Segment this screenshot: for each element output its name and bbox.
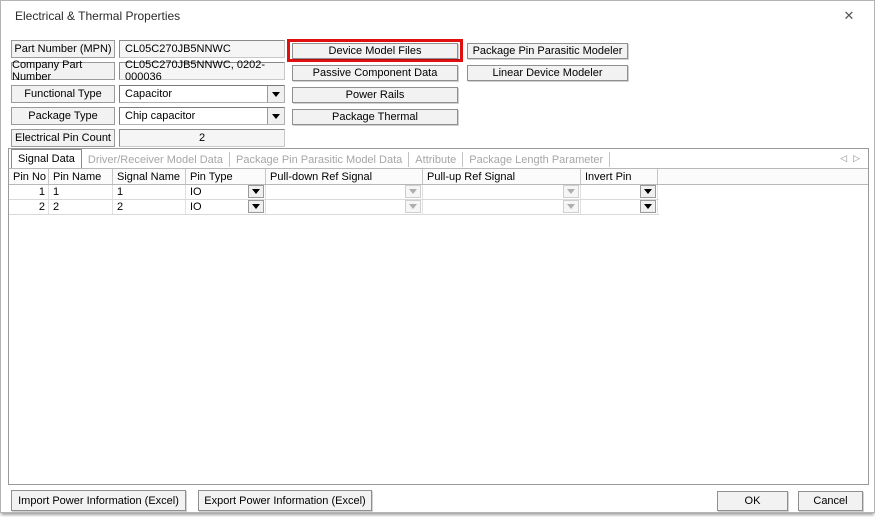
package-type-dropdown-button[interactable] bbox=[267, 108, 284, 124]
functional-type-label: Functional Type bbox=[11, 85, 115, 103]
package-type-value: Chip capacitor bbox=[120, 110, 267, 122]
column-header-pin-name: Pin Name bbox=[49, 169, 113, 184]
cell-pull-down-ref-signal bbox=[266, 185, 423, 199]
tab-strip: Signal Data Driver/Receiver Model Data P… bbox=[9, 149, 868, 168]
power-rails-button[interactable]: Power Rails bbox=[292, 87, 458, 103]
company-part-number-value: CL05C270JB5NNWC, 0202-000036 bbox=[119, 62, 285, 80]
chevron-down-icon bbox=[644, 189, 652, 194]
package-type-dropdown[interactable]: Chip capacitor bbox=[119, 107, 285, 125]
cell-pin-no[interactable]: 2 bbox=[9, 200, 49, 214]
linear-device-modeler-button[interactable]: Linear Device Modeler bbox=[467, 65, 628, 81]
column-header-filler bbox=[658, 169, 868, 184]
tab-scroll-right-icon[interactable]: ▷ bbox=[853, 152, 860, 164]
functional-type-dropdown[interactable]: Capacitor bbox=[119, 85, 285, 103]
chevron-down-icon bbox=[272, 92, 280, 97]
import-power-information-button[interactable]: Import Power Information (Excel) bbox=[11, 490, 186, 511]
ok-button[interactable]: OK bbox=[717, 491, 788, 511]
cell-pin-type[interactable]: IO bbox=[186, 200, 266, 214]
company-part-number-label: Company Part Number bbox=[11, 62, 115, 80]
tab-attribute[interactable]: Attribute bbox=[409, 152, 463, 167]
pull-up-dropdown-button bbox=[563, 185, 579, 198]
cell-pin-name[interactable]: 1 bbox=[49, 185, 113, 199]
part-number-label: Part Number (MPN) bbox=[11, 40, 115, 58]
cell-pin-no[interactable]: 1 bbox=[9, 185, 49, 199]
title-bar: Electrical & Thermal Properties ✕ bbox=[1, 1, 874, 31]
electrical-thermal-properties-dialog: Electrical & Thermal Properties ✕ Part N… bbox=[0, 0, 875, 513]
passive-component-data-button[interactable]: Passive Component Data bbox=[292, 65, 458, 81]
pin-type-dropdown-button[interactable] bbox=[248, 200, 264, 213]
functional-type-value: Capacitor bbox=[120, 88, 267, 100]
package-thermal-button[interactable]: Package Thermal bbox=[292, 109, 458, 125]
tab-driver-receiver-model-data[interactable]: Driver/Receiver Model Data bbox=[82, 152, 230, 167]
tab-scroll-arrows: ◁ ▷ bbox=[840, 152, 860, 164]
chevron-down-icon bbox=[567, 204, 575, 209]
column-header-pull-up-ref-signal: Pull-up Ref Signal bbox=[423, 169, 581, 184]
invert-pin-dropdown-button[interactable] bbox=[640, 200, 656, 213]
pull-down-dropdown-button bbox=[405, 200, 421, 213]
tab-package-length-parameter[interactable]: Package Length Parameter bbox=[463, 152, 610, 167]
cancel-button[interactable]: Cancel bbox=[798, 491, 863, 511]
pin-type-dropdown-button[interactable] bbox=[248, 185, 264, 198]
cell-pull-up-ref-signal bbox=[423, 200, 581, 214]
pin-type-value: IO bbox=[190, 186, 202, 198]
tab-control: Signal Data Driver/Receiver Model Data P… bbox=[8, 148, 869, 485]
column-header-pin-type: Pin Type bbox=[186, 169, 266, 184]
chevron-down-icon bbox=[252, 189, 260, 194]
electrical-pin-count-value: 2 bbox=[119, 129, 285, 147]
tab-package-pin-parasitic-model-data[interactable]: Package Pin Parasitic Model Data bbox=[230, 152, 409, 167]
chevron-down-icon bbox=[252, 204, 260, 209]
cell-signal-name[interactable]: 2 bbox=[113, 200, 186, 214]
cell-pin-name[interactable]: 2 bbox=[49, 200, 113, 214]
package-pin-parasitic-modeler-button[interactable]: Package Pin Parasitic Modeler bbox=[467, 43, 628, 59]
table-row[interactable]: 1 1 1 IO bbox=[9, 185, 659, 200]
dialog-title: Electrical & Thermal Properties bbox=[15, 9, 180, 23]
electrical-pin-count-label: Electrical Pin Count bbox=[11, 129, 115, 147]
chevron-down-icon bbox=[644, 204, 652, 209]
column-header-signal-name: Signal Name bbox=[113, 169, 186, 184]
tab-signal-data[interactable]: Signal Data bbox=[11, 149, 82, 168]
chevron-down-icon bbox=[409, 204, 417, 209]
functional-type-dropdown-button[interactable] bbox=[267, 86, 284, 102]
chevron-down-icon bbox=[272, 114, 280, 119]
export-power-information-button[interactable]: Export Power Information (Excel) bbox=[198, 490, 372, 511]
cell-pull-up-ref-signal bbox=[423, 185, 581, 199]
chevron-down-icon bbox=[567, 189, 575, 194]
pin-type-value: IO bbox=[190, 201, 202, 213]
cell-pin-type[interactable]: IO bbox=[186, 185, 266, 199]
close-icon[interactable]: ✕ bbox=[839, 7, 859, 25]
cell-invert-pin[interactable] bbox=[581, 200, 658, 214]
cell-pull-down-ref-signal bbox=[266, 200, 423, 214]
table-header: Pin No Pin Name Signal Name Pin Type Pul… bbox=[9, 168, 868, 185]
pull-up-dropdown-button bbox=[563, 200, 579, 213]
chevron-down-icon bbox=[409, 189, 417, 194]
device-model-files-button[interactable]: Device Model Files bbox=[292, 43, 458, 59]
pull-down-dropdown-button bbox=[405, 185, 421, 198]
table-row[interactable]: 2 2 2 IO bbox=[9, 200, 659, 215]
invert-pin-dropdown-button[interactable] bbox=[640, 185, 656, 198]
part-number-value: CL05C270JB5NNWC bbox=[119, 40, 285, 58]
tab-scroll-left-icon[interactable]: ◁ bbox=[840, 152, 847, 164]
package-type-label: Package Type bbox=[11, 107, 115, 125]
column-header-invert-pin: Invert Pin bbox=[581, 169, 658, 184]
cell-invert-pin[interactable] bbox=[581, 185, 658, 199]
column-header-pull-down-ref-signal: Pull-down Ref Signal bbox=[266, 169, 423, 184]
column-header-pin-no: Pin No bbox=[9, 169, 49, 184]
cell-signal-name[interactable]: 1 bbox=[113, 185, 186, 199]
